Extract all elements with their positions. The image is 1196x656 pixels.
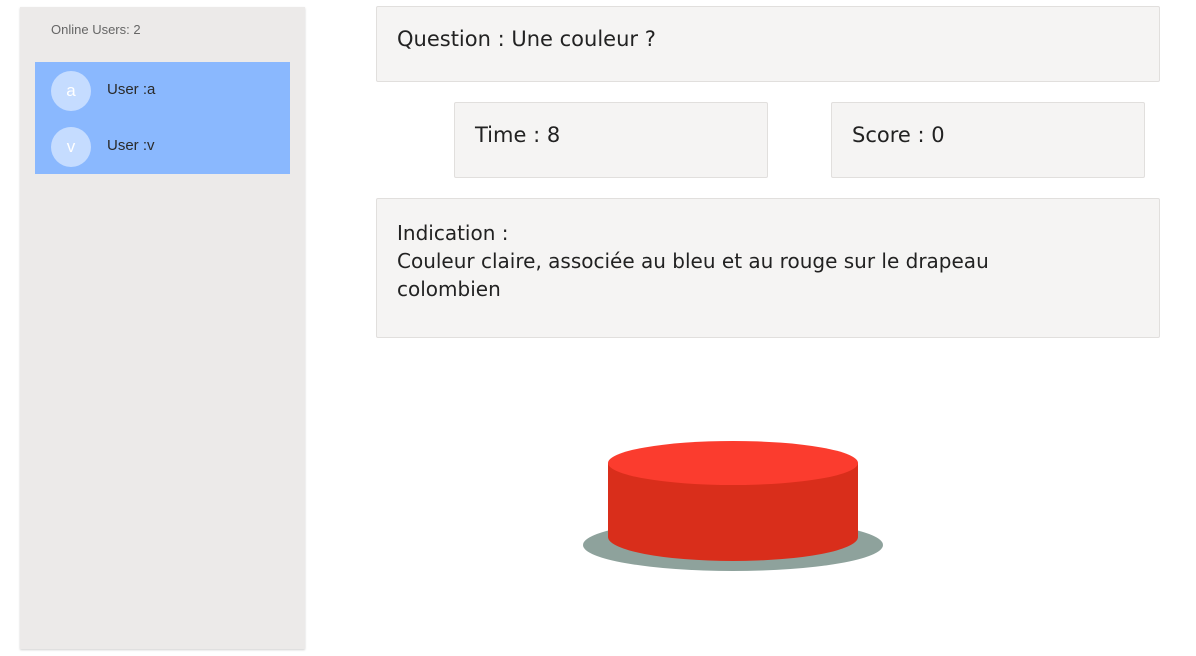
buzzer-button[interactable]: [580, 436, 886, 576]
user-name: User :v: [107, 137, 155, 154]
hint-text: Couleur claire, associée au bleu et au r…: [397, 249, 989, 301]
avatar: a: [51, 71, 91, 111]
online-users-sidebar: Online Users: 2 a User :a v User :v: [20, 7, 305, 649]
user-name: User :a: [107, 81, 156, 98]
user-list-item-v[interactable]: v User :v: [35, 118, 290, 174]
score-text: Score : 0: [852, 123, 945, 147]
hint-label: Indication :: [397, 221, 509, 245]
hint-card: Indication : Couleur claire, associée au…: [376, 198, 1160, 338]
buzzer-icon: [583, 441, 883, 571]
avatar: v: [51, 127, 91, 167]
question-card: Question : Une couleur ?: [376, 6, 1160, 82]
timer-card: Time : 8: [454, 102, 768, 178]
online-users-count: Online Users: 2: [51, 22, 141, 37]
question-text: Question : Une couleur ?: [397, 27, 656, 51]
user-list: a User :a v User :v: [35, 62, 290, 174]
buzzer-top: [608, 441, 858, 485]
user-list-item-a[interactable]: a User :a: [35, 62, 290, 118]
timer-text: Time : 8: [475, 123, 561, 147]
score-card: Score : 0: [831, 102, 1145, 178]
